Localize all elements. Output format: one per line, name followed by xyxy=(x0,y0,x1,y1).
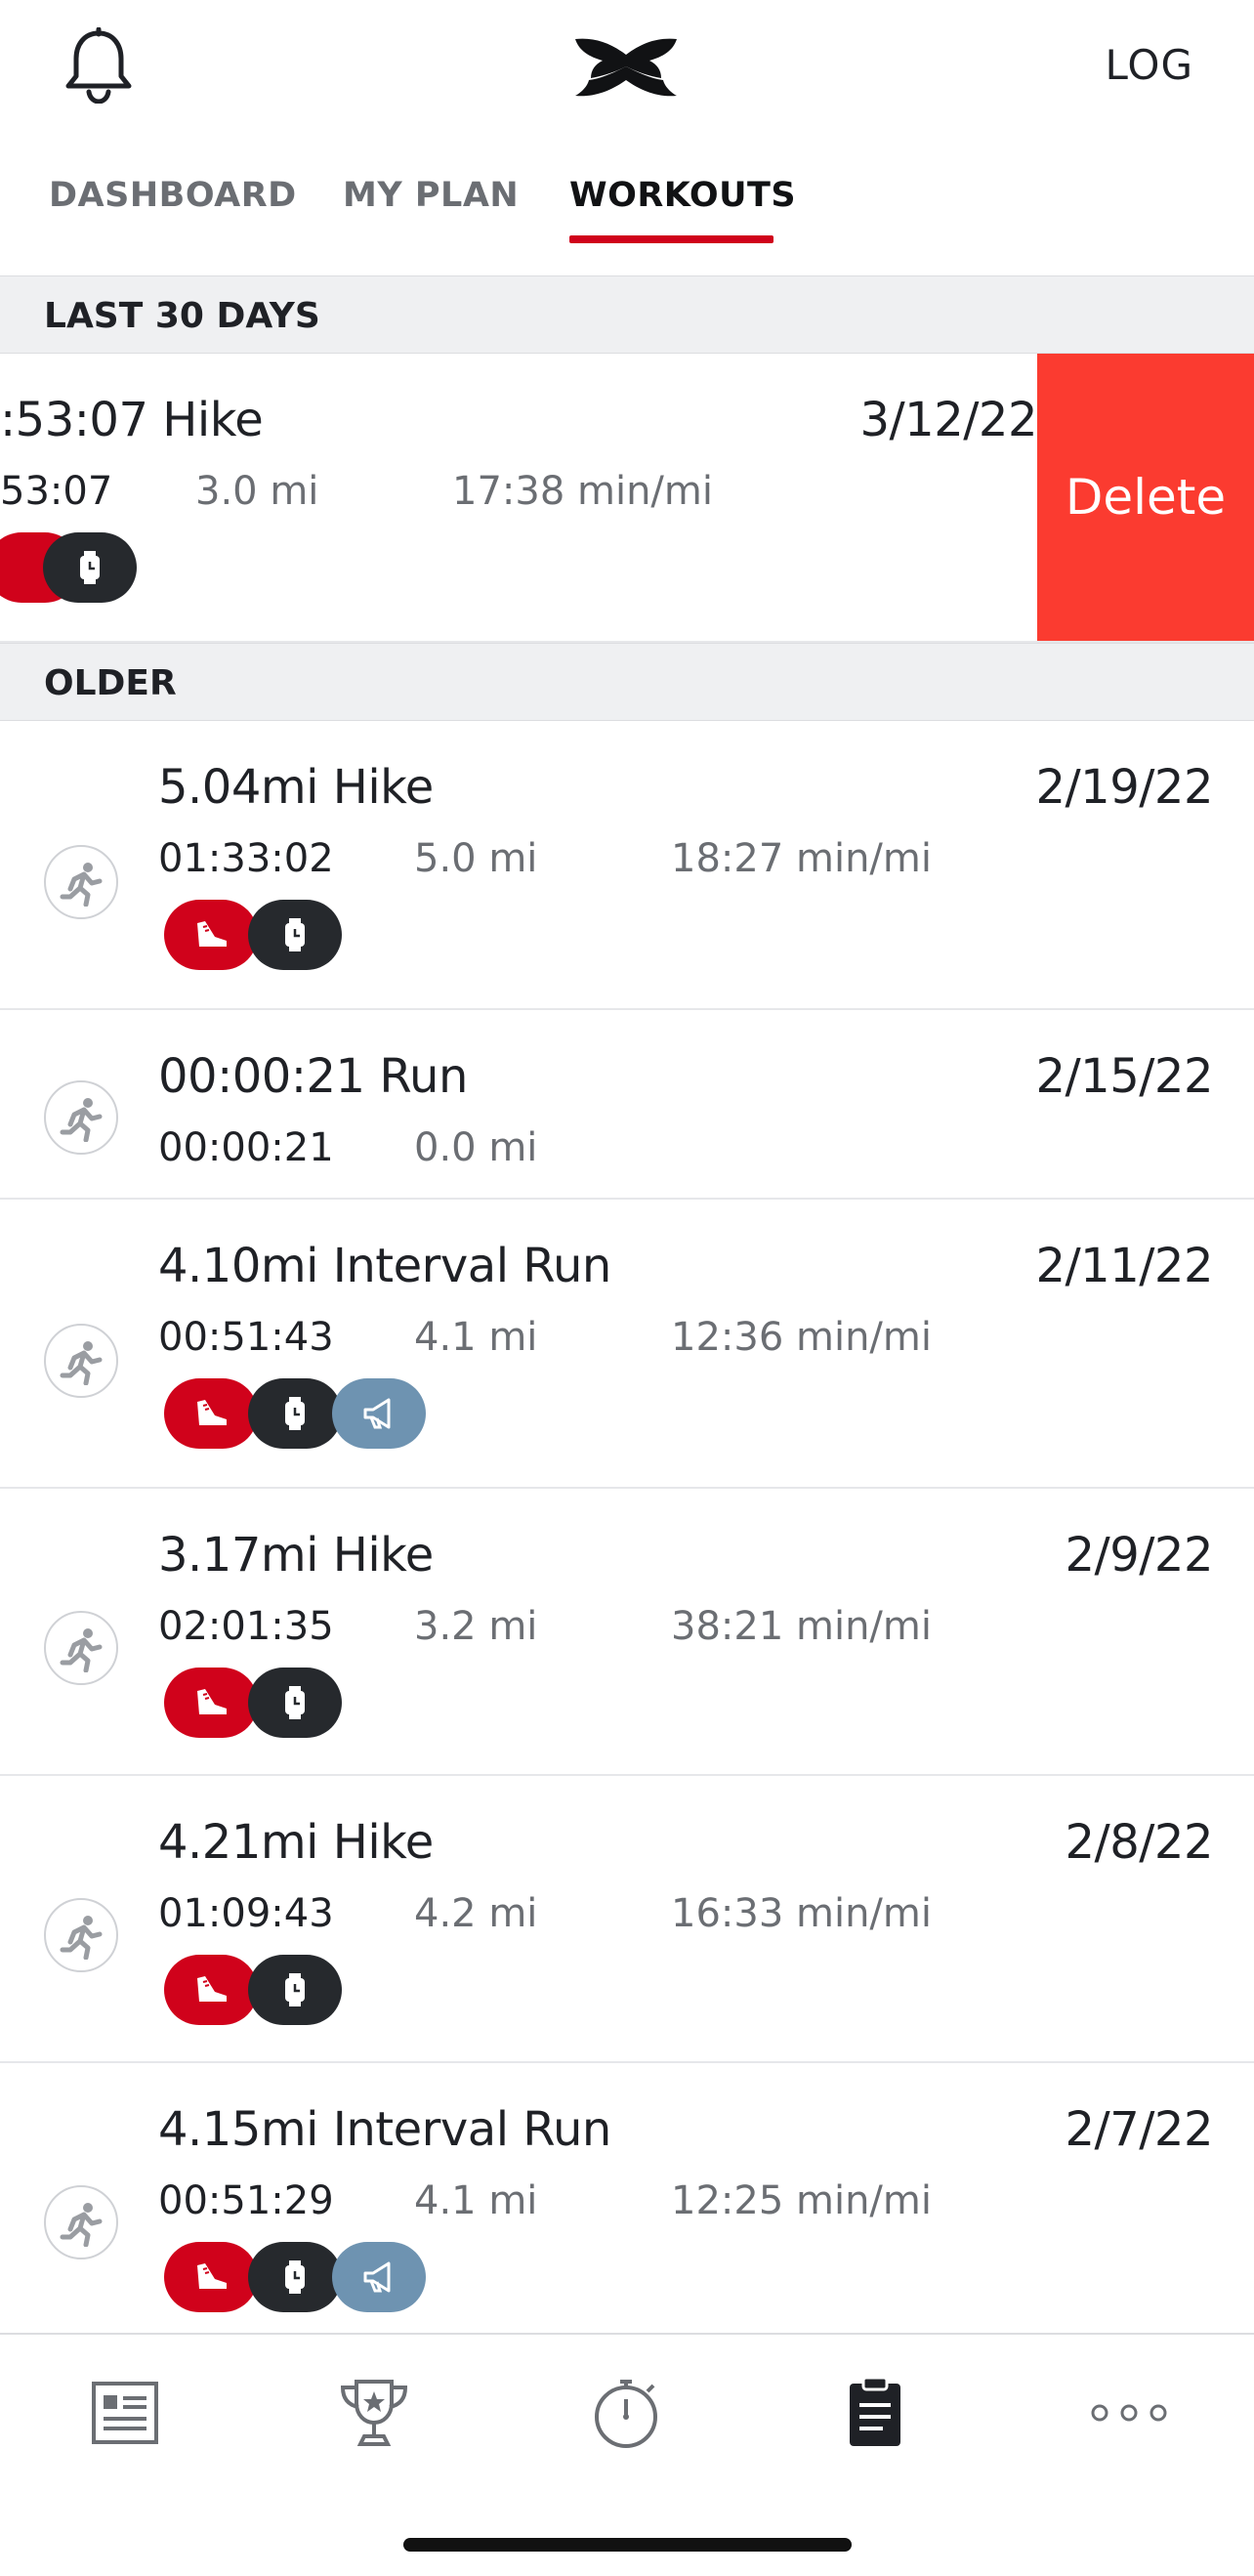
workout-distance: 0.0 mi xyxy=(414,1125,538,1170)
watch-icon xyxy=(248,1955,342,2025)
trophy-icon[interactable] xyxy=(335,2374,413,2452)
activity-type-icon xyxy=(44,1324,118,1398)
workout-pace: 38:21 min/mi xyxy=(671,1604,932,1649)
workout-date: 2/8/22 xyxy=(1065,1815,1214,1870)
shoe-icon xyxy=(164,1668,258,1738)
workout-row[interactable]: 3.17mi Hike 2/9/22 02:01:35 3.2 mi 38:21… xyxy=(0,1489,1254,1776)
workout-duration: 00:51:29 xyxy=(158,2178,334,2223)
section-header-last-30-days: LAST 30 DAYS xyxy=(0,275,1254,354)
activity-type-icon xyxy=(44,1080,118,1155)
activity-type-icon xyxy=(44,1611,118,1685)
workout-title: 4.10mi Interval Run xyxy=(158,1239,611,1293)
workout-title: 5.04mi Hike xyxy=(158,760,434,815)
workout-badges xyxy=(0,532,299,603)
more-icon[interactable] xyxy=(1090,2374,1168,2452)
activity-type-icon xyxy=(44,1898,118,1972)
workout-date: 2/19/22 xyxy=(1035,760,1213,815)
workout-pace: 18:27 min/mi xyxy=(671,836,932,881)
stopwatch-icon[interactable] xyxy=(587,2374,665,2452)
workout-date: 2/11/22 xyxy=(1035,1239,1213,1293)
swiped-row-content: :53:07 Hike 3/12/22 53:07 3.0 mi 17:38 m… xyxy=(0,354,1037,641)
workout-badges xyxy=(164,1668,457,1738)
activity-type-icon xyxy=(44,845,118,919)
clipboard-icon[interactable] xyxy=(836,2374,914,2452)
workout-duration: 00:00:21 xyxy=(158,1125,334,1170)
workout-pace: 16:33 min/mi xyxy=(671,1891,932,1936)
watch-icon xyxy=(248,2242,342,2312)
workout-duration: 53:07 xyxy=(0,469,113,514)
workout-duration: 01:09:43 xyxy=(158,1891,334,1936)
workout-pace: 12:25 min/mi xyxy=(671,2178,932,2223)
workout-row-swiped[interactable]: :53:07 Hike 3/12/22 53:07 3.0 mi 17:38 m… xyxy=(0,354,1254,643)
section-title: LAST 30 DAYS xyxy=(44,296,320,336)
bell-icon[interactable] xyxy=(63,27,135,104)
workout-badges xyxy=(164,1955,457,2025)
workout-duration: 00:51:43 xyxy=(158,1315,334,1360)
workout-distance: 5.0 mi xyxy=(414,836,538,881)
shoe-icon xyxy=(164,900,258,970)
workout-row[interactable]: 4.10mi Interval Run 2/11/22 00:51:43 4.1… xyxy=(0,1200,1254,1489)
workout-row[interactable]: 4.15mi Interval Run 2/7/22 00:51:29 4.1 … xyxy=(0,2063,1254,2333)
workout-title: 00:00:21 Run xyxy=(158,1049,468,1104)
workout-date: 2/9/22 xyxy=(1065,1528,1214,1583)
workout-duration: 02:01:35 xyxy=(158,1604,334,1649)
shoe-icon xyxy=(164,1378,258,1449)
workout-title: 3.17mi Hike xyxy=(158,1528,434,1583)
log-button[interactable]: LOG xyxy=(1105,41,1193,89)
workout-title: 4.21mi Hike xyxy=(158,1815,434,1870)
delete-button[interactable]: Delete xyxy=(1037,354,1254,641)
tab-workouts[interactable]: WORKOUTS xyxy=(569,176,796,215)
workout-row[interactable]: 5.04mi Hike 2/19/22 01:33:02 5.0 mi 18:2… xyxy=(0,721,1254,1010)
megaphone-icon xyxy=(332,2242,426,2312)
watch-icon xyxy=(248,1378,342,1449)
megaphone-icon xyxy=(332,1378,426,1449)
workout-distance: 4.1 mi xyxy=(414,1315,538,1360)
shoe-icon xyxy=(164,1955,258,2025)
workout-date: 2/7/22 xyxy=(1065,2102,1214,2157)
activity-type-icon xyxy=(44,2185,118,2259)
workout-pace: 17:38 min/mi xyxy=(452,469,713,514)
active-tab-indicator xyxy=(569,235,773,243)
workout-pace: 12:36 min/mi xyxy=(671,1315,932,1360)
tab-my-plan[interactable]: MY PLAN xyxy=(343,176,519,215)
workout-badges xyxy=(164,2242,457,2312)
section-header-older: OLDER xyxy=(0,643,1254,721)
watch-icon xyxy=(43,532,137,603)
workout-badges xyxy=(164,900,457,970)
workout-badges xyxy=(164,1378,457,1449)
top-bar: LOG xyxy=(0,0,1254,137)
workout-distance: 4.2 mi xyxy=(414,1891,538,1936)
workout-date: 2/15/22 xyxy=(1035,1049,1213,1104)
workout-distance: 4.1 mi xyxy=(414,2178,538,2223)
workout-distance: 3.0 mi xyxy=(195,469,319,514)
under-armour-logo xyxy=(575,38,677,97)
feed-icon[interactable] xyxy=(86,2374,164,2452)
home-indicator[interactable] xyxy=(403,2538,852,2552)
workout-duration: 01:33:02 xyxy=(158,836,334,881)
tab-bar: DASHBOARD MY PLAN WORKOUTS xyxy=(0,176,1254,244)
workout-row[interactable]: 00:00:21 Run 2/15/22 00:00:21 0.0 mi xyxy=(0,1010,1254,1200)
section-title: OLDER xyxy=(44,663,177,703)
workout-date: 3/12/22 xyxy=(859,393,1037,447)
workout-title: :53:07 Hike xyxy=(0,393,264,447)
tab-dashboard[interactable]: DASHBOARD xyxy=(49,176,297,215)
shoe-icon xyxy=(164,2242,258,2312)
workout-distance: 3.2 mi xyxy=(414,1604,538,1649)
workout-title: 4.15mi Interval Run xyxy=(158,2102,611,2157)
workout-row[interactable]: 4.21mi Hike 2/8/22 01:09:43 4.2 mi 16:33… xyxy=(0,1776,1254,2063)
watch-icon xyxy=(248,900,342,970)
watch-icon xyxy=(248,1668,342,1738)
